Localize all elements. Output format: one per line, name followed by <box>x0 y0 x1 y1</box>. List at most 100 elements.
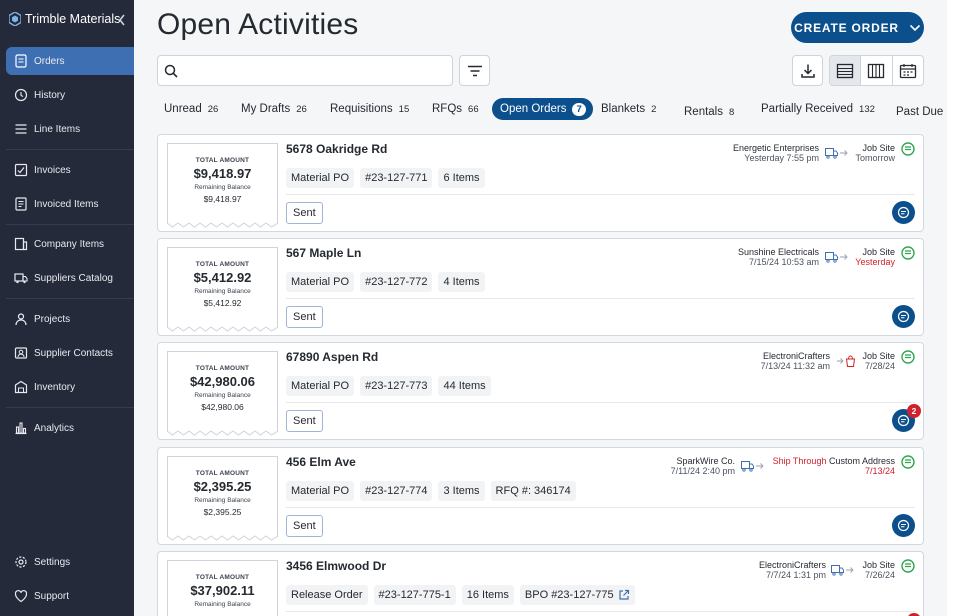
search-input[interactable] <box>184 63 434 78</box>
supplier-contacts-icon <box>14 347 28 359</box>
filter-button[interactable] <box>459 55 490 86</box>
tab-open-orders[interactable]: Open Orders 7 <box>492 98 593 120</box>
rfq-number-chip: RFQ #: 346174 <box>490 481 576 501</box>
amount-box: TOTAL AMOUNT $5,412.92 Remaining Balance… <box>167 247 278 332</box>
order-card[interactable]: TOTAL AMOUNT $5,412.92 Remaining Balance… <box>157 238 924 336</box>
order-type-chip: Release Order <box>286 585 368 605</box>
po-number-chip: #23-127-775-1 <box>373 585 456 605</box>
items-count-chip: 44 Items <box>438 376 491 396</box>
sidebar-item-suppliers-catalog[interactable]: Suppliers Catalog <box>6 264 134 292</box>
order-chips: Material PO #23-127-771 6 Items <box>286 168 485 188</box>
amount-box: TOTAL AMOUNT $42,980.06 Remaining Balanc… <box>167 351 278 436</box>
tab-requisitions[interactable]: Requisitions 15 <box>330 98 409 120</box>
site-name: Job Site <box>862 351 895 361</box>
calendar-view-button[interactable] <box>893 56 923 85</box>
tab-label: Partially Received <box>761 103 854 115</box>
unread-message-badge: 2 <box>907 404 921 418</box>
tab-my-drafts[interactable]: My Drafts 26 <box>241 98 307 120</box>
order-type-chip: Material PO <box>286 376 355 396</box>
order-card[interactable]: TOTAL AMOUNT $9,418.97 Remaining Balance… <box>157 134 924 232</box>
remaining-balance: $5,412.92 <box>203 298 242 308</box>
order-title[interactable]: 456 Elm Ave <box>286 455 356 469</box>
search-box[interactable] <box>157 55 453 86</box>
download-button[interactable] <box>792 55 823 86</box>
list-view-button[interactable] <box>830 56 862 85</box>
card-divider <box>286 194 915 195</box>
tab-label: Open Orders <box>500 103 567 115</box>
external-link-icon <box>618 589 629 600</box>
po-number-chip: #23-127-773 <box>360 376 433 396</box>
sidebar-item-inventory[interactable]: Inventory <box>6 373 134 401</box>
suppliers-catalog-icon <box>14 273 28 284</box>
sidebar-item-label: Invoiced Items <box>34 198 99 210</box>
page-scrollbar-track[interactable] <box>947 0 968 616</box>
tab-label: RFQs <box>432 103 463 115</box>
collapse-sidebar-icon[interactable] <box>117 12 127 28</box>
total-amount: $42,980.06 <box>189 374 256 389</box>
bpo-number: BPO #23-127-775 <box>524 589 614 601</box>
trimble-logo-icon <box>9 12 21 26</box>
messages-button[interactable] <box>892 201 915 224</box>
vendor-name: ElectroniCrafters <box>758 560 826 570</box>
nav-divider <box>6 407 134 408</box>
invoices-icon <box>14 163 28 177</box>
pickup-bag-icon <box>837 355 856 367</box>
tab-blankets[interactable]: Blankets 2 <box>601 98 656 120</box>
sidebar-item-orders[interactable]: Orders <box>6 47 134 75</box>
sidebar-item-analytics[interactable]: Analytics <box>6 414 134 442</box>
order-title[interactable]: 67890 Aspen Rd <box>286 350 378 364</box>
ship-through-info: Ship Through Custom Address 7/13/24 <box>773 456 895 476</box>
order-card[interactable]: TOTAL AMOUNT $2,395.25 Remaining Balance… <box>157 447 924 545</box>
filter-icon <box>467 65 482 76</box>
tab-partially-received[interactable]: Partially Received 132 <box>761 98 875 120</box>
tab-rentals[interactable]: Rentals 8 <box>684 101 734 123</box>
messages-button[interactable] <box>892 514 915 537</box>
bpo-link-chip[interactable]: BPO #23-127-775 <box>519 585 635 605</box>
delivery-truck-icon <box>825 252 848 263</box>
status-ok-icon <box>901 142 915 156</box>
nav-divider <box>6 149 134 150</box>
board-view-button[interactable] <box>861 56 893 85</box>
order-title[interactable]: 3456 Elmwood Dr <box>286 559 386 573</box>
site-name: Custom Address <box>828 456 895 466</box>
total-amount: $37,902.11 <box>190 583 255 598</box>
total-amount: $9,418.97 <box>193 166 252 181</box>
total-amount: $2,395.25 <box>193 479 252 494</box>
page-title: Open Activities <box>157 8 359 41</box>
remaining-balance: $42,980.06 <box>201 402 244 412</box>
vendor-info: Energetic Enterprises Yesterday 7:55 pm <box>733 143 819 163</box>
sidebar-item-support[interactable]: Support <box>6 582 134 610</box>
sidebar-item-company-items[interactable]: Company Items <box>6 230 134 258</box>
status-badge: Sent <box>286 515 323 537</box>
messages-button[interactable] <box>892 305 915 328</box>
vendor-time: 7/11/24 2:40 pm <box>670 466 735 476</box>
sidebar-item-invoices[interactable]: Invoices <box>6 156 134 184</box>
orders-icon <box>15 54 27 68</box>
vendor-info: Sunshine Electricals 7/15/24 10:53 am <box>738 247 819 267</box>
sidebar-item-history[interactable]: History <box>6 81 134 109</box>
amount-box: TOTAL AMOUNT $2,395.25 Remaining Balance… <box>167 456 278 541</box>
sidebar-item-settings[interactable]: Settings <box>6 548 134 576</box>
sidebar-item-supplier-contacts[interactable]: Supplier Contacts <box>6 339 134 367</box>
line-items-icon <box>15 124 27 134</box>
sidebar-item-line-items[interactable]: Line Items <box>6 115 134 143</box>
receipt-edge <box>167 222 278 228</box>
site-date: 7/28/24 <box>864 361 895 371</box>
items-count-chip: 6 Items <box>438 168 485 188</box>
tab-rfqs[interactable]: RFQs 66 <box>432 98 479 120</box>
order-title[interactable]: 5678 Oakridge Rd <box>286 142 387 156</box>
order-title[interactable]: 567 Maple Ln <box>286 246 361 260</box>
brand[interactable]: Trimble Materials <box>9 12 120 26</box>
order-chips: Material PO #23-127-774 3 Items RFQ #: 3… <box>286 481 576 501</box>
company-items-icon <box>14 237 28 251</box>
sidebar-item-label: History <box>34 89 66 101</box>
sidebar-item-projects[interactable]: Projects <box>6 305 134 333</box>
order-type-chip: Material PO <box>286 168 355 188</box>
order-type-chip: Material PO <box>286 272 355 292</box>
tab-unread[interactable]: Unread 26 <box>164 98 218 120</box>
create-order-button[interactable]: CREATE ORDER <box>791 12 924 43</box>
order-card[interactable]: TOTAL AMOUNT $42,980.06 Remaining Balanc… <box>157 342 924 440</box>
card-divider <box>286 611 915 612</box>
sidebar-item-invoiced-items[interactable]: Invoiced Items <box>6 190 134 218</box>
order-card[interactable]: TOTAL AMOUNT $37,902.11 Remaining Balanc… <box>157 551 924 616</box>
